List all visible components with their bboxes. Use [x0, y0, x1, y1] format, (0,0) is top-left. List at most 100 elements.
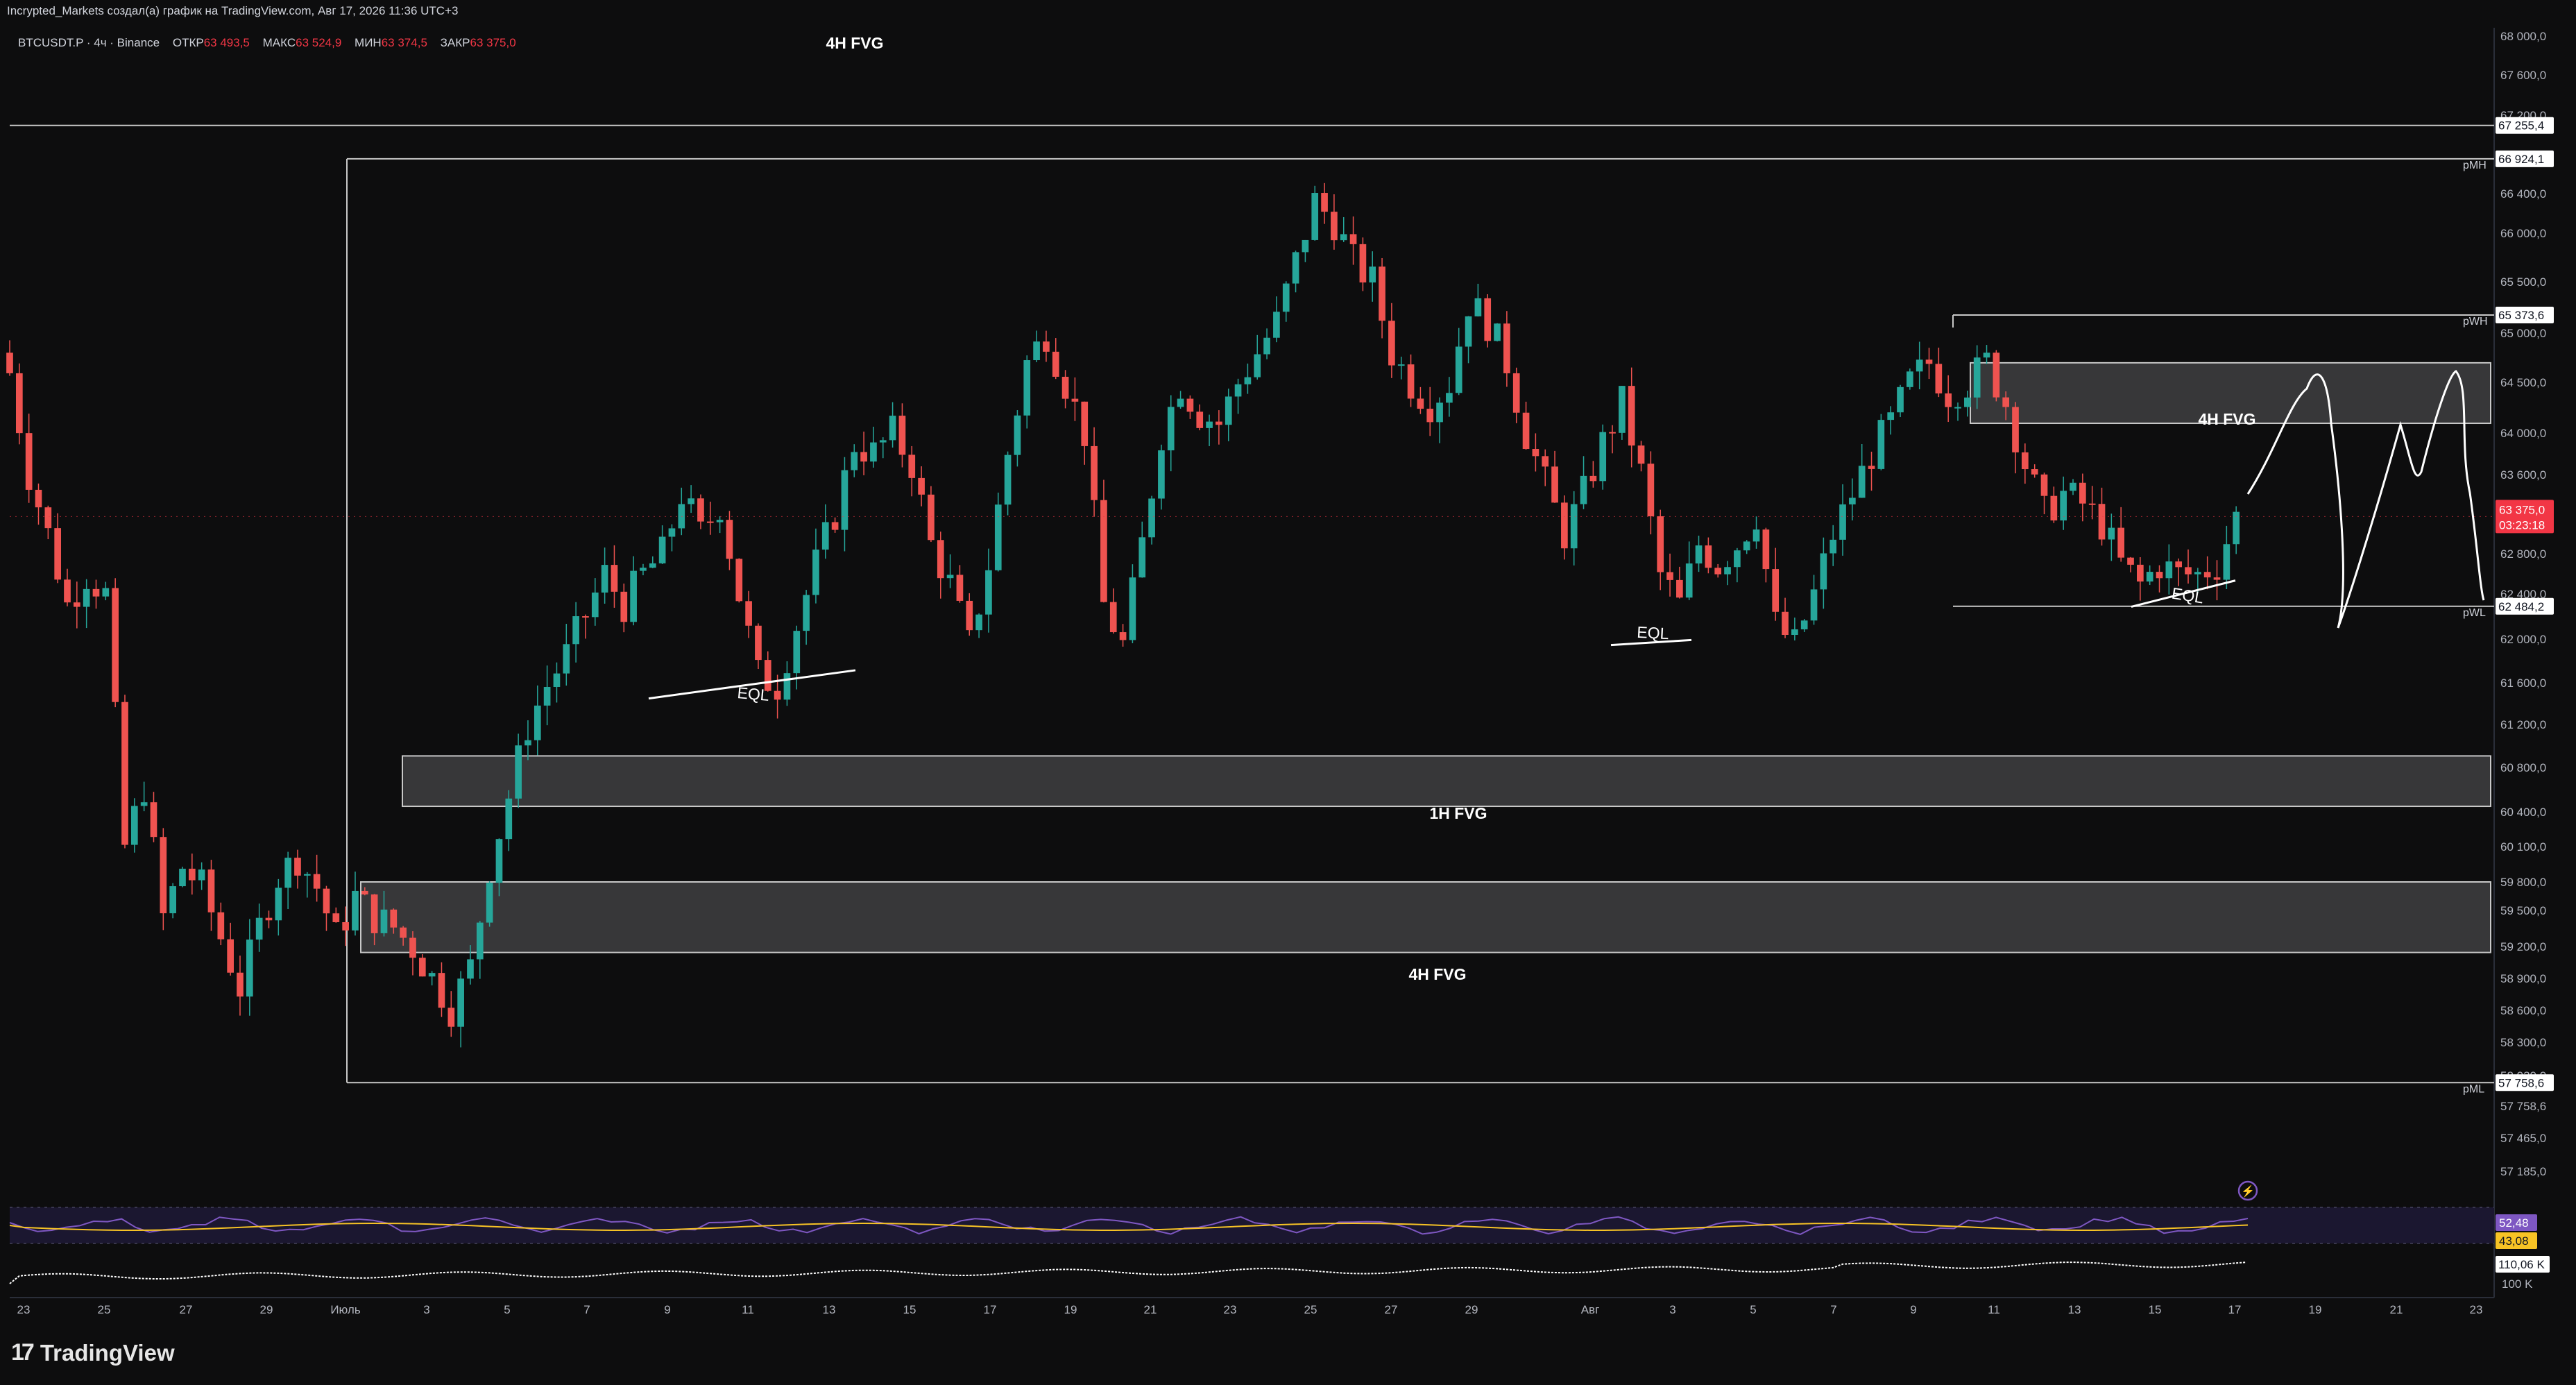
candle-body[interactable]: [688, 498, 694, 504]
candle-body[interactable]: [1580, 475, 1587, 504]
candle-body[interactable]: [1234, 384, 1242, 397]
candle-body[interactable]: [1609, 432, 1616, 434]
candle-body[interactable]: [1397, 364, 1405, 366]
candle-body[interactable]: [2156, 572, 2163, 579]
candle-body[interactable]: [1666, 572, 1673, 580]
candle-body[interactable]: [1570, 504, 1578, 549]
candle-body[interactable]: [400, 927, 407, 938]
price-chart[interactable]: 4H FVG 1H FVG 4H FVG 4H FVG EQL EQL EQL pWH pWL p…: [0, 0, 2576, 1385]
candle-body[interactable]: [476, 922, 484, 960]
candle-body[interactable]: [2117, 527, 2125, 558]
candle-body[interactable]: [1379, 266, 1385, 321]
candle-body[interactable]: [2060, 491, 2067, 521]
candle-body[interactable]: [908, 454, 916, 478]
candle-body[interactable]: [1043, 341, 1050, 352]
candle-body[interactable]: [1637, 445, 1645, 464]
candle-body[interactable]: [735, 559, 743, 602]
candle-body[interactable]: [937, 540, 944, 579]
candle-body[interactable]: [879, 440, 887, 443]
candle-body[interactable]: [2185, 567, 2192, 575]
candle-body[interactable]: [447, 1008, 455, 1027]
candle-body[interactable]: [73, 602, 80, 607]
candle-body[interactable]: [2165, 561, 2173, 579]
candle-body[interactable]: [1887, 412, 1895, 420]
candle-body[interactable]: [706, 521, 714, 523]
candle-body[interactable]: [658, 536, 666, 563]
candle-body[interactable]: [1782, 611, 1789, 636]
candle-body[interactable]: [889, 416, 896, 441]
candle-body[interactable]: [563, 644, 570, 674]
candle-body[interactable]: [1714, 568, 1722, 575]
candle-body[interactable]: [1282, 283, 1290, 312]
candle-body[interactable]: [1158, 450, 1165, 499]
candle-body[interactable]: [2079, 482, 2086, 504]
candle-body[interactable]: [946, 575, 954, 579]
candle-body[interactable]: [1129, 577, 1136, 640]
candle-body[interactable]: [44, 507, 52, 529]
candle-body[interactable]: [1849, 498, 1856, 504]
candle-body[interactable]: [418, 958, 426, 977]
candle-body[interactable]: [1177, 398, 1184, 407]
candle-body[interactable]: [160, 837, 167, 914]
candle-body[interactable]: [1004, 454, 1012, 505]
candle-body[interactable]: [745, 601, 752, 626]
candle-body[interactable]: [2022, 452, 2029, 470]
candle-body[interactable]: [553, 673, 561, 688]
candle-body[interactable]: [1369, 266, 1376, 283]
fvg-zone[interactable]: [360, 881, 2491, 953]
candle-body[interactable]: [332, 913, 340, 923]
candle-body[interactable]: [1340, 234, 1347, 241]
candle-body[interactable]: [821, 522, 829, 550]
candle-body[interactable]: [1244, 377, 1252, 384]
candle-body[interactable]: [294, 858, 301, 876]
candle-body[interactable]: [102, 588, 110, 597]
candle-body[interactable]: [169, 886, 176, 914]
candle-body[interactable]: [591, 592, 599, 618]
candle-body[interactable]: [1100, 500, 1107, 602]
candle-body[interactable]: [1349, 234, 1357, 244]
candle-body[interactable]: [140, 802, 148, 806]
candle-body[interactable]: [774, 690, 781, 700]
candle-body[interactable]: [812, 550, 819, 595]
candle-body[interactable]: [994, 504, 1002, 570]
candle-body[interactable]: [112, 588, 119, 702]
candle-body[interactable]: [323, 888, 330, 914]
candle-body[interactable]: [1551, 466, 1558, 503]
candle-body[interactable]: [1657, 516, 1664, 572]
candle-body[interactable]: [1877, 420, 1885, 469]
candle-body[interactable]: [255, 917, 263, 940]
candle-body[interactable]: [1973, 357, 1981, 398]
candle-body[interactable]: [1628, 386, 1635, 446]
candle-body[interactable]: [6, 352, 13, 373]
fvg-zone[interactable]: [402, 755, 2491, 808]
candle-body[interactable]: [1436, 402, 1443, 423]
candle-body[interactable]: [1705, 545, 1712, 568]
candle-body[interactable]: [1743, 541, 1750, 551]
candle-body[interactable]: [2175, 561, 2183, 568]
candle-body[interactable]: [438, 973, 445, 1008]
candle-body[interactable]: [1532, 449, 1539, 457]
candle-body[interactable]: [1292, 252, 1299, 284]
candle-body[interactable]: [495, 839, 503, 883]
candle-body[interactable]: [1561, 502, 1568, 549]
candle-body[interactable]: [1081, 401, 1089, 446]
candle-body[interactable]: [1724, 567, 1731, 575]
candle-body[interactable]: [1388, 321, 1395, 366]
candle-body[interactable]: [2098, 504, 2106, 540]
candle-body[interactable]: [1647, 464, 1655, 517]
candle-body[interactable]: [1993, 352, 2000, 398]
candle-body[interactable]: [1599, 432, 1607, 482]
candle-body[interactable]: [2194, 572, 2201, 575]
candle-body[interactable]: [1820, 553, 1827, 590]
candle-body[interactable]: [198, 869, 205, 881]
candle-body[interactable]: [515, 745, 522, 799]
candle-body[interactable]: [640, 568, 647, 571]
candle-body[interactable]: [1503, 323, 1510, 373]
candle-body[interactable]: [1916, 359, 1923, 372]
candle-body[interactable]: [467, 959, 474, 979]
candle-body[interactable]: [275, 887, 282, 921]
candle-body[interactable]: [2031, 469, 2038, 475]
candle-body[interactable]: [1167, 407, 1175, 451]
candle-body[interactable]: [428, 973, 436, 977]
candle-body[interactable]: [1954, 407, 1961, 409]
